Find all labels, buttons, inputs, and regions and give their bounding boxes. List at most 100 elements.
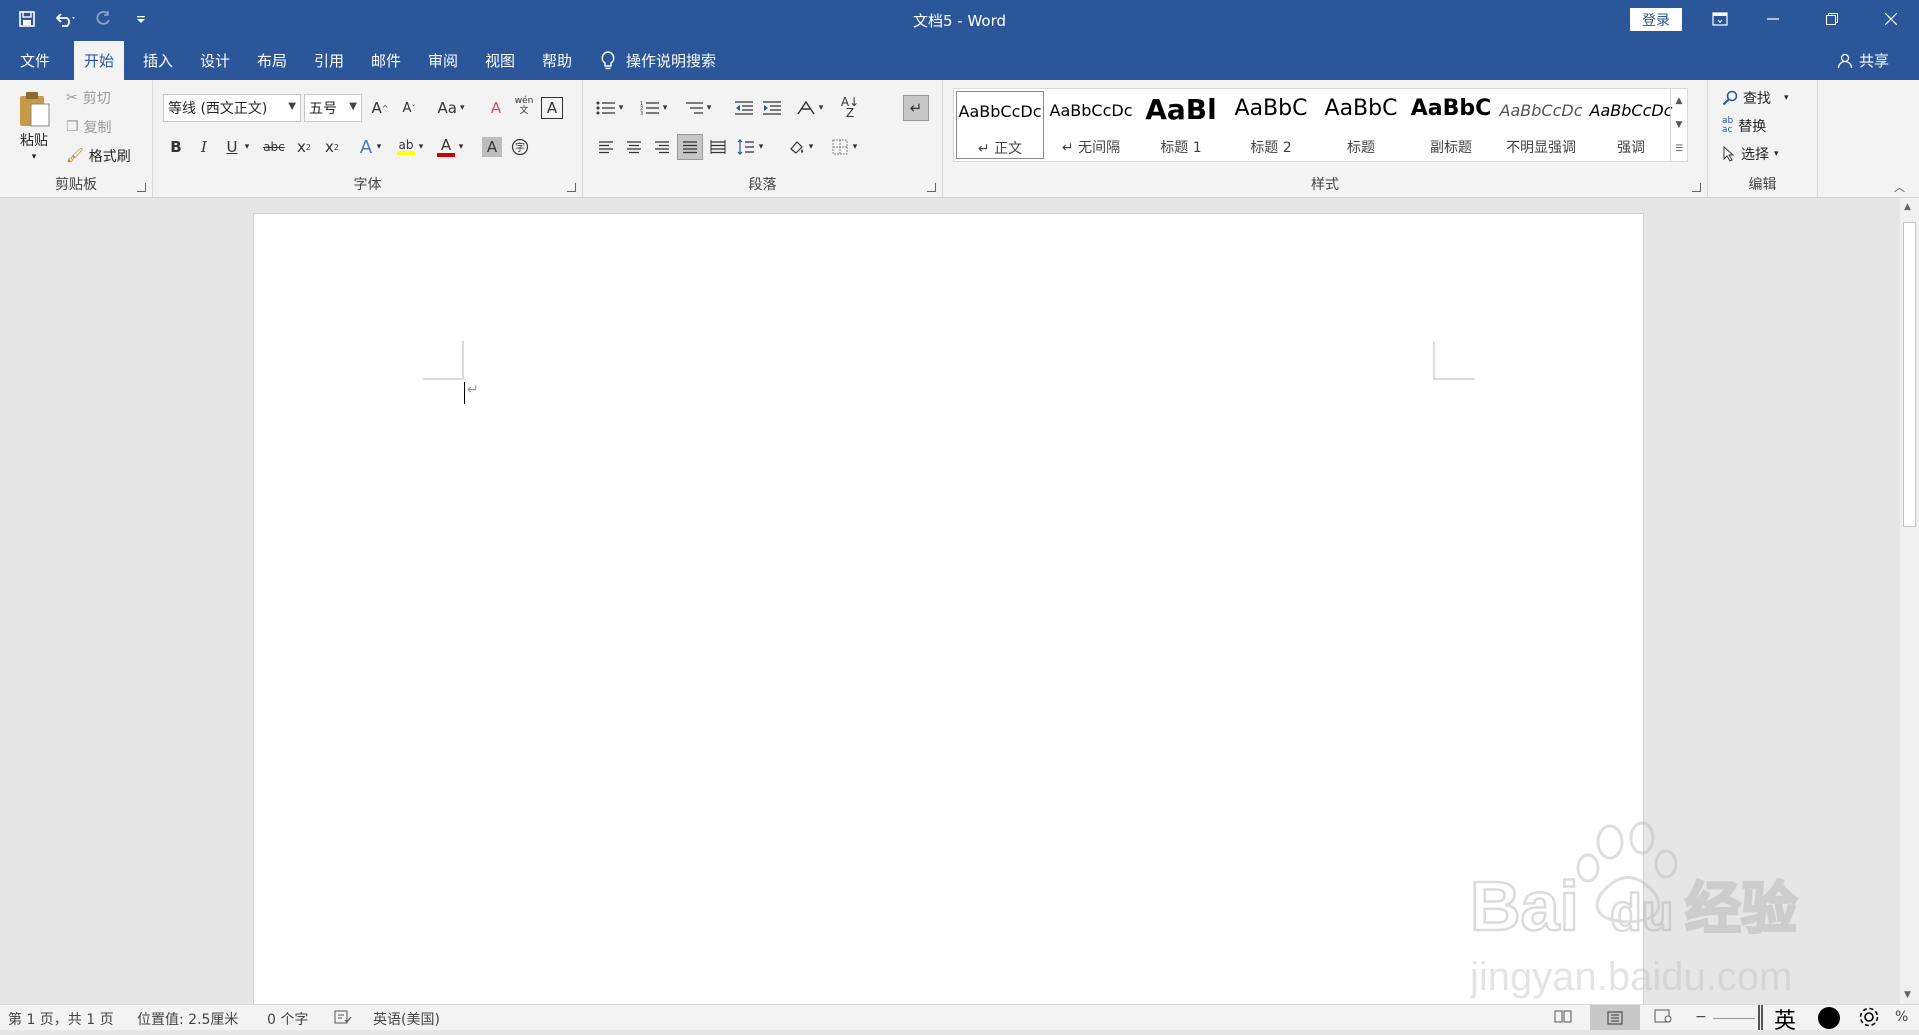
phonetic-guide-icon[interactable]: wén 文 <box>511 93 537 119</box>
align-right-icon[interactable] <box>649 134 675 160</box>
print-layout-button[interactable] <box>1590 1005 1640 1030</box>
ribbon-display-options-icon[interactable] <box>1697 0 1743 38</box>
distributed-icon[interactable] <box>705 134 731 160</box>
dialog-launcher-icon[interactable] <box>137 183 146 192</box>
login-button[interactable]: 登录 <box>1630 8 1682 31</box>
zoom-percent[interactable]: % <box>1895 1009 1908 1025</box>
tab-view[interactable]: 视图 <box>475 41 525 80</box>
more-styles-icon[interactable]: ☰ <box>1671 137 1687 161</box>
align-center-icon[interactable] <box>621 134 647 160</box>
page-count[interactable]: 第 1 页，共 1 页 <box>8 1009 114 1029</box>
format-painter-button[interactable]: 🖌 格式刷 <box>66 146 131 166</box>
proofing-icon[interactable] <box>334 1009 352 1025</box>
decrease-indent-icon[interactable] <box>731 95 757 121</box>
align-left-icon[interactable] <box>593 134 619 160</box>
style-name: 副标题 <box>1430 140 1472 156</box>
style-normal[interactable]: AaBbCcDc ↵ 正文 <box>956 91 1044 159</box>
scroll-down-icon[interactable]: ▼ <box>1904 990 1911 1000</box>
chevron-down-icon[interactable]: ▾ <box>373 134 385 160</box>
ime-settings-icon[interactable] <box>1857 1005 1881 1029</box>
style-heading-2[interactable]: AaBbC 标题 2 <box>1226 91 1316 161</box>
text-cursor <box>464 382 465 404</box>
tab-review[interactable]: 审阅 <box>418 41 468 80</box>
language-indicator[interactable]: 英语(美国) <box>373 1009 440 1029</box>
scroll-up-icon[interactable]: ▲ <box>1904 202 1911 212</box>
paste-button[interactable]: 粘贴 ▾ <box>12 90 56 170</box>
scroll-down-icon[interactable]: ▼ <box>1671 113 1687 137</box>
tab-design[interactable]: 设计 <box>190 41 240 80</box>
select-button[interactable]: 选择 ▾ <box>1722 144 1779 164</box>
zoom-slider-thumb[interactable] <box>1758 1005 1763 1030</box>
dialog-launcher-icon[interactable] <box>1692 183 1701 192</box>
ime-fullwidth-icon[interactable] <box>1818 1007 1840 1029</box>
document-page[interactable]: ↵ <box>254 214 1643 1014</box>
style-heading-1[interactable]: AaBl 标题 1 <box>1136 91 1226 161</box>
vertical-scrollbar[interactable]: ▲ ▼ <box>1900 198 1919 1004</box>
style-title[interactable]: AaBbC 标题 <box>1316 91 1406 161</box>
zoom-slider[interactable] <box>1713 1018 1755 1019</box>
restore-icon[interactable] <box>1809 0 1855 38</box>
tab-insert[interactable]: 插入 <box>133 41 183 80</box>
strikethrough-icon[interactable]: abc <box>261 134 287 160</box>
tab-help[interactable]: 帮助 <box>532 41 582 80</box>
chevron-down-icon[interactable]: ▾ <box>659 95 671 121</box>
style-subtle-emphasis[interactable]: AaBbCcDc 不明显强调 <box>1496 91 1586 161</box>
style-preview: AaBbCcDc <box>1499 101 1583 120</box>
justify-icon[interactable] <box>677 134 703 160</box>
style-no-spacing[interactable]: AaBbCcDc ↵ 无间隔 <box>1046 91 1136 161</box>
sort-icon[interactable]: A↓ Z <box>837 95 863 121</box>
subscript-icon[interactable]: x2 <box>291 134 317 160</box>
copy-label: 复制 <box>83 120 112 136</box>
read-mode-icon[interactable] <box>1554 1009 1572 1023</box>
minimize-icon[interactable] <box>1750 0 1796 38</box>
chevron-down-icon[interactable]: ▾ <box>815 95 827 121</box>
clear-formatting-icon[interactable]: A <box>483 95 509 121</box>
italic-icon[interactable]: I <box>191 134 217 160</box>
character-shading-icon[interactable]: A <box>482 137 502 157</box>
dialog-launcher-icon[interactable] <box>567 183 576 192</box>
tab-mailings[interactable]: 邮件 <box>361 41 411 80</box>
vertical-position[interactable]: 位置值: 2.5厘米 <box>137 1009 238 1029</box>
chevron-down-icon[interactable]: ▾ <box>415 134 427 160</box>
increase-indent-icon[interactable] <box>759 95 785 121</box>
chevron-down-icon[interactable]: ▾ <box>241 134 253 160</box>
grow-font-icon[interactable]: A ^ <box>367 95 393 121</box>
chevron-down-icon[interactable]: ▾ <box>703 95 715 121</box>
status-bar: 第 1 页，共 1 页 位置值: 2.5厘米 0 个字 英语(美国) − 英 % <box>0 1004 1919 1034</box>
tab-file[interactable]: 文件 <box>10 41 60 80</box>
font-size-dropdown[interactable]: 五号 ▼ <box>304 94 362 122</box>
zoom-out-icon[interactable]: − <box>1695 1009 1707 1025</box>
clipboard-group: 粘贴 ▾ ✂ 剪切 ❐ 复制 🖌 格式刷 剪贴板 <box>0 80 153 198</box>
font-name-dropdown[interactable]: 等线 (西文正文) ▼ <box>163 94 301 122</box>
show-hide-marks-icon[interactable]: ↵ <box>903 95 929 121</box>
dialog-launcher-icon[interactable] <box>927 183 936 192</box>
chevron-down-icon[interactable]: ▾ <box>805 134 817 160</box>
chevron-down-icon[interactable]: ▾ <box>755 134 767 160</box>
replace-button[interactable]: ab ac 替换 <box>1722 116 1766 136</box>
web-layout-icon[interactable] <box>1654 1009 1672 1023</box>
word-count[interactable]: 0 个字 <box>267 1009 308 1029</box>
find-button[interactable]: 查找 ▾ <box>1722 88 1789 108</box>
tell-me-search[interactable]: 操作说明搜索 <box>600 50 716 71</box>
change-case-button[interactable]: Aa ▾ <box>431 95 471 121</box>
ime-mode-indicator[interactable]: 英 <box>1774 1003 1796 1035</box>
tab-layout[interactable]: 布局 <box>247 41 297 80</box>
shrink-font-icon[interactable]: Aˇ <box>396 95 422 121</box>
chevron-down-icon[interactable]: ▾ <box>615 95 627 121</box>
scrollbar-thumb[interactable] <box>1903 222 1916 527</box>
gallery-scroll[interactable]: ▲ ▼ ☰ <box>1670 89 1687 161</box>
share-button[interactable]: 共享 <box>1837 50 1889 71</box>
bold-icon[interactable]: B <box>163 134 189 160</box>
chevron-down-icon[interactable]: ▾ <box>849 134 861 160</box>
superscript-icon[interactable]: x2 <box>319 134 345 160</box>
style-subtitle[interactable]: AaBbC 副标题 <box>1406 91 1496 161</box>
chevron-down-icon[interactable]: ▾ <box>455 134 467 160</box>
tab-home[interactable]: 开始 <box>74 41 125 80</box>
character-border-icon[interactable]: A <box>541 97 563 119</box>
enclose-characters-icon[interactable]: 字 <box>507 134 533 160</box>
tab-references[interactable]: 引用 <box>304 41 354 80</box>
close-icon[interactable] <box>1868 0 1914 38</box>
collapse-ribbon-icon[interactable]: ︿ <box>1894 179 1905 195</box>
style-emphasis[interactable]: AaBbCcDc 强调 <box>1586 91 1676 161</box>
scroll-up-icon[interactable]: ▲ <box>1671 89 1687 113</box>
